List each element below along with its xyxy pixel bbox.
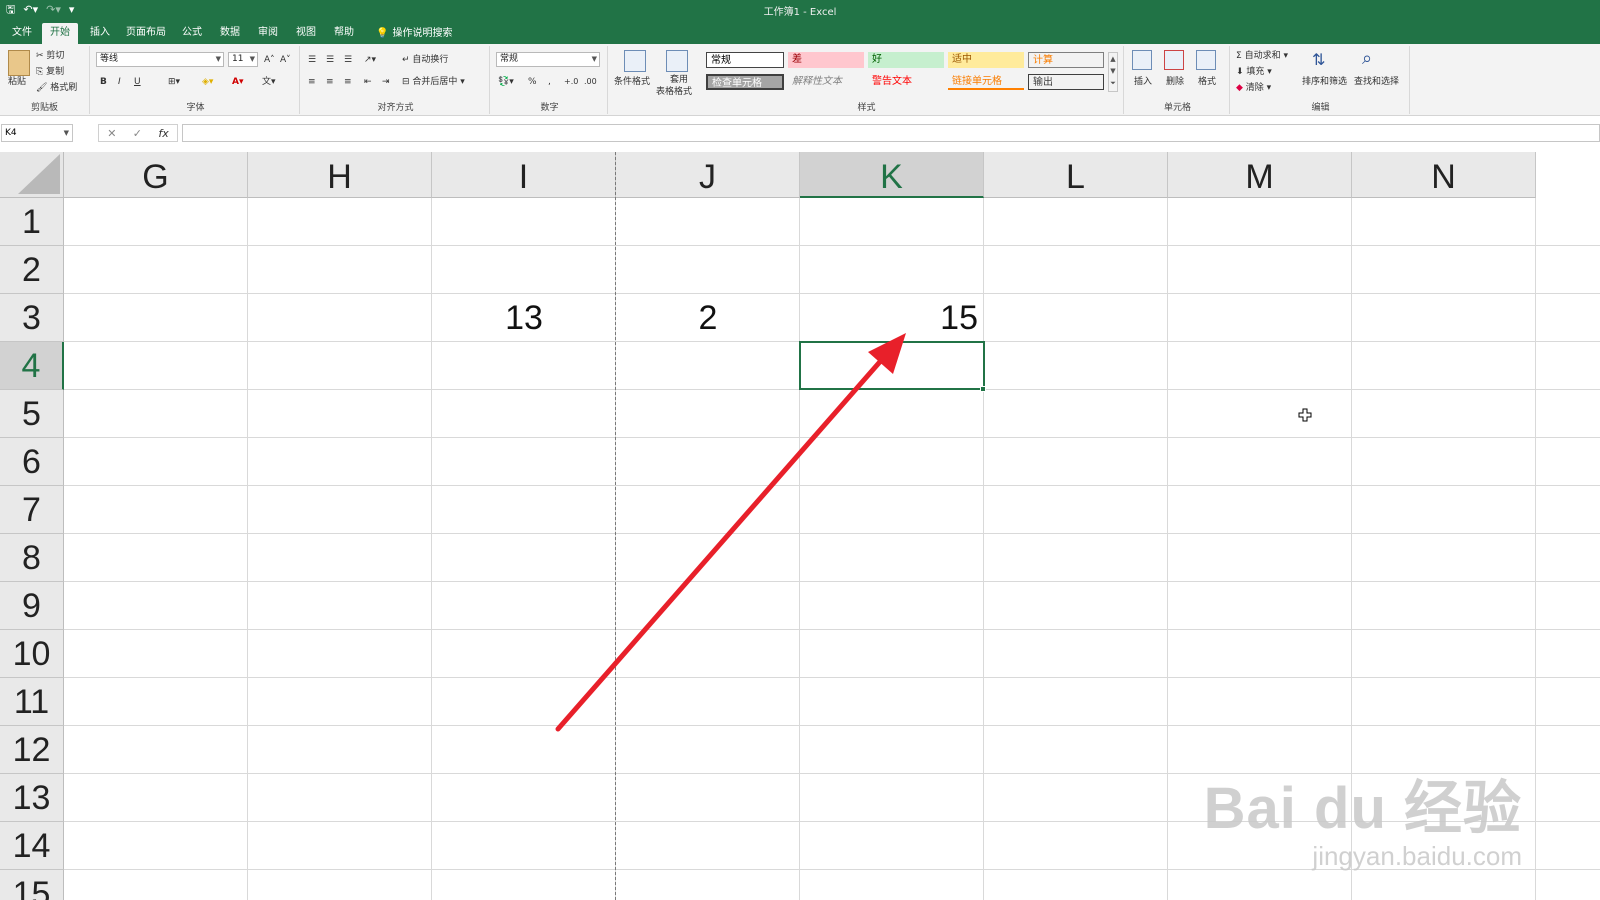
watermark-main: Bai du 经验 bbox=[1203, 776, 1522, 841]
excel-window: 🖫 ↶▾ ↷▾ ▾ 工作簿1 - Excel 文件 开始 插入 页面布局 公式 … bbox=[0, 0, 1600, 900]
crosshair-cursor-icon bbox=[1298, 408, 1312, 422]
baidu-watermark: Bai du 经验 jingyan.baidu.com bbox=[1204, 761, 1522, 872]
red-arrow-shaft bbox=[555, 345, 895, 732]
watermark-url: jingyan.baidu.com bbox=[1312, 841, 1522, 871]
